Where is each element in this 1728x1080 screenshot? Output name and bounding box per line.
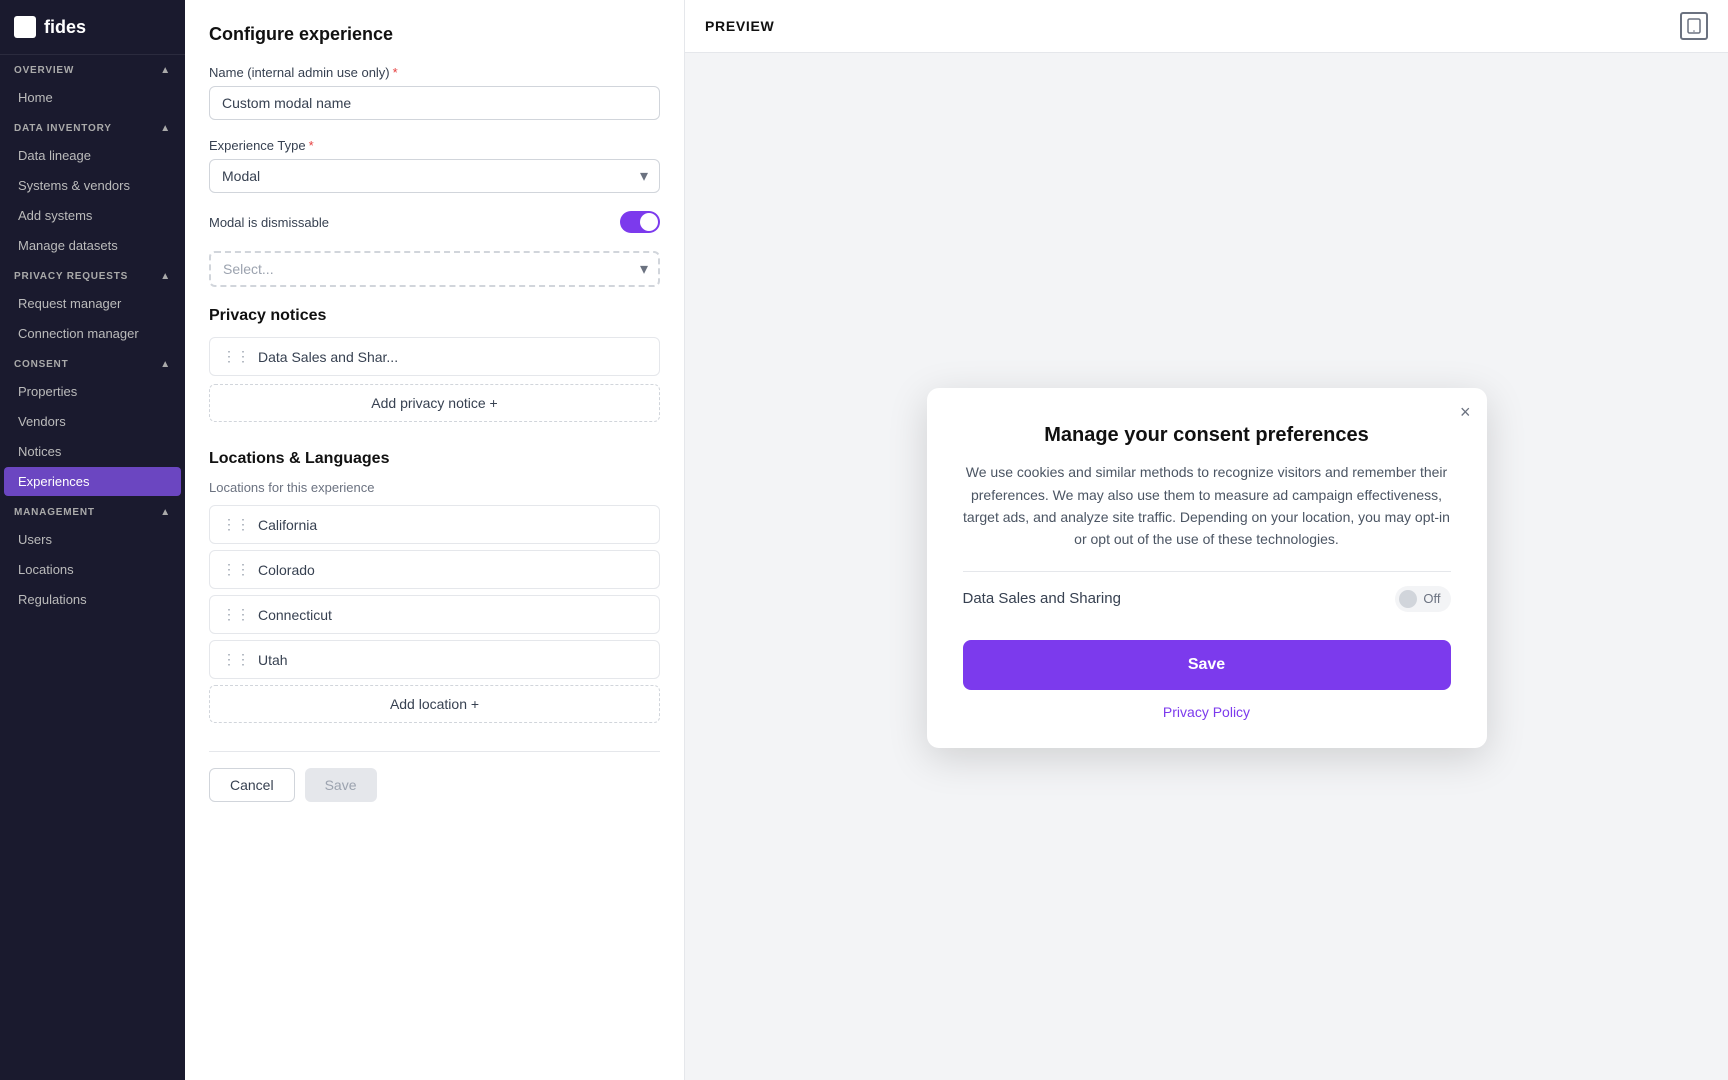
- name-field-label: Name (internal admin use only) *: [209, 65, 660, 80]
- sidebar-section-consent: CONSENT ▲ Properties Vendors Notices Exp…: [0, 349, 185, 497]
- drag-handle-california[interactable]: ⋮⋮: [222, 516, 250, 533]
- sidebar-section-label-privacy-requests: PRIVACY REQUESTS: [14, 271, 128, 282]
- dotted-select-wrapper: Select... ▾: [209, 251, 660, 287]
- sidebar-item-connection-manager[interactable]: Connection manager: [4, 319, 181, 348]
- tablet-icon[interactable]: [1680, 12, 1708, 40]
- location-text-colorado: Colorado: [258, 562, 315, 578]
- sidebar-item-properties[interactable]: Properties: [4, 377, 181, 406]
- sidebar-section-label-data-inventory: DATA INVENTORY: [14, 123, 112, 134]
- sidebar-section-header-management[interactable]: MANAGEMENT ▲: [0, 497, 185, 524]
- cancel-button[interactable]: Cancel: [209, 768, 295, 802]
- logo-text: fides: [44, 17, 86, 38]
- required-star-2: *: [309, 138, 314, 153]
- modal-close-button[interactable]: ×: [1460, 402, 1471, 423]
- sidebar-item-locations[interactable]: Locations: [4, 555, 181, 584]
- bottom-bar: Cancel Save: [209, 751, 660, 802]
- sidebar-item-experiences[interactable]: Experiences: [4, 467, 181, 496]
- modal-dismissable-label: Modal is dismissable: [209, 215, 329, 230]
- location-text-utah: Utah: [258, 652, 288, 668]
- drag-handle-colorado[interactable]: ⋮⋮: [222, 561, 250, 578]
- location-colorado: ⋮⋮ Colorado: [209, 550, 660, 589]
- toggle-off-text: Off: [1423, 591, 1440, 606]
- sidebar-item-systems-vendors[interactable]: Systems & vendors: [4, 171, 181, 200]
- sidebar-section-overview: OVERVIEW ▲ Home: [0, 55, 185, 113]
- sidebar-item-data-lineage[interactable]: Data lineage: [4, 141, 181, 170]
- chevron-up-icon-3: ▲: [160, 271, 171, 282]
- sidebar-section-label-management: MANAGEMENT: [14, 507, 95, 518]
- modal-overlay: × Manage your consent preferences We use…: [685, 53, 1728, 1080]
- locations-heading: Locations & Languages: [209, 450, 660, 468]
- modal-title: Manage your consent preferences: [963, 424, 1451, 447]
- drag-handle-connecticut[interactable]: ⋮⋮: [222, 606, 250, 623]
- experience-type-label: Experience Type *: [209, 138, 660, 153]
- consent-modal: × Manage your consent preferences We use…: [927, 388, 1487, 748]
- sidebar-section-header-overview[interactable]: OVERVIEW ▲: [0, 55, 185, 82]
- privacy-policy-link[interactable]: Privacy Policy: [963, 704, 1451, 720]
- location-utah: ⋮⋮ Utah: [209, 640, 660, 679]
- consent-item-data-sales: Data Sales and Sharing Off: [963, 571, 1451, 626]
- sidebar-section-label-overview: OVERVIEW: [14, 65, 74, 76]
- preview-title: PREVIEW: [705, 18, 774, 34]
- sidebar-item-home[interactable]: Home: [4, 83, 181, 112]
- consent-item-label: Data Sales and Sharing: [963, 590, 1121, 607]
- sidebar-section-label-consent: CONSENT: [14, 359, 69, 370]
- chevron-up-icon-4: ▲: [160, 359, 171, 370]
- location-text-california: California: [258, 517, 317, 533]
- preview-header: PREVIEW: [685, 0, 1728, 53]
- modal-dismissable-row: Modal is dismissable: [209, 211, 660, 233]
- location-connecticut: ⋮⋮ Connecticut: [209, 595, 660, 634]
- location-text-connecticut: Connecticut: [258, 607, 332, 623]
- toggle-off-circle: [1399, 590, 1417, 608]
- configure-panel: Configure experience Name (internal admi…: [185, 0, 685, 1080]
- preview-area: × Manage your consent preferences We use…: [685, 53, 1728, 1080]
- modal-description: We use cookies and similar methods to re…: [963, 461, 1451, 551]
- modal-save-button[interactable]: Save: [963, 640, 1451, 690]
- sidebar-item-manage-datasets[interactable]: Manage datasets: [4, 231, 181, 260]
- save-button[interactable]: Save: [305, 768, 377, 802]
- drag-handle-utah[interactable]: ⋮⋮: [222, 651, 250, 668]
- sidebar-item-notices[interactable]: Notices: [4, 437, 181, 466]
- add-location-button[interactable]: Add location +: [209, 685, 660, 723]
- configure-heading: Configure experience: [209, 24, 660, 45]
- logo: fides: [0, 0, 185, 55]
- sidebar-section-header-data-inventory[interactable]: DATA INVENTORY ▲: [0, 113, 185, 140]
- sidebar: fides OVERVIEW ▲ Home DATA INVENTORY ▲ D…: [0, 0, 185, 1080]
- locations-for-label: Locations for this experience: [209, 480, 660, 495]
- preview-panel: PREVIEW × Manage your consent preference…: [685, 0, 1728, 1080]
- notice-text: Data Sales and Shar...: [258, 349, 398, 365]
- drag-handle-icon[interactable]: ⋮⋮: [222, 348, 250, 365]
- modal-dismissable-toggle[interactable]: [620, 211, 660, 233]
- sidebar-section-header-privacy-requests[interactable]: PRIVACY REQUESTS ▲: [0, 261, 185, 288]
- add-privacy-notice-button[interactable]: Add privacy notice +: [209, 384, 660, 422]
- location-california: ⋮⋮ California: [209, 505, 660, 544]
- sidebar-section-privacy-requests: PRIVACY REQUESTS ▲ Request manager Conne…: [0, 261, 185, 349]
- dotted-select[interactable]: Select...: [209, 251, 660, 287]
- consent-toggle-off[interactable]: Off: [1395, 586, 1450, 612]
- sidebar-item-regulations[interactable]: Regulations: [4, 585, 181, 614]
- toggle-knob: [640, 213, 658, 231]
- sidebar-section-header-consent[interactable]: CONSENT ▲: [0, 349, 185, 376]
- sidebar-item-add-systems[interactable]: Add systems: [4, 201, 181, 230]
- sidebar-item-request-manager[interactable]: Request manager: [4, 289, 181, 318]
- main-content: Configure experience Name (internal admi…: [185, 0, 1728, 1080]
- required-star: *: [393, 65, 398, 80]
- chevron-up-icon-2: ▲: [160, 123, 171, 134]
- sidebar-item-users[interactable]: Users: [4, 525, 181, 554]
- chevron-up-icon-5: ▲: [160, 507, 171, 518]
- sidebar-section-data-inventory: DATA INVENTORY ▲ Data lineage Systems & …: [0, 113, 185, 261]
- sidebar-item-vendors[interactable]: Vendors: [4, 407, 181, 436]
- name-input[interactable]: [209, 86, 660, 120]
- notice-item: ⋮⋮ Data Sales and Shar...: [209, 337, 660, 376]
- logo-box: [14, 16, 36, 38]
- sidebar-section-management: MANAGEMENT ▲ Users Locations Regulations: [0, 497, 185, 615]
- experience-type-select-wrapper: Modal Banner Overlay ▾: [209, 159, 660, 193]
- experience-type-select[interactable]: Modal Banner Overlay: [209, 159, 660, 193]
- chevron-up-icon: ▲: [160, 65, 171, 76]
- privacy-notices-heading: Privacy notices: [209, 307, 660, 325]
